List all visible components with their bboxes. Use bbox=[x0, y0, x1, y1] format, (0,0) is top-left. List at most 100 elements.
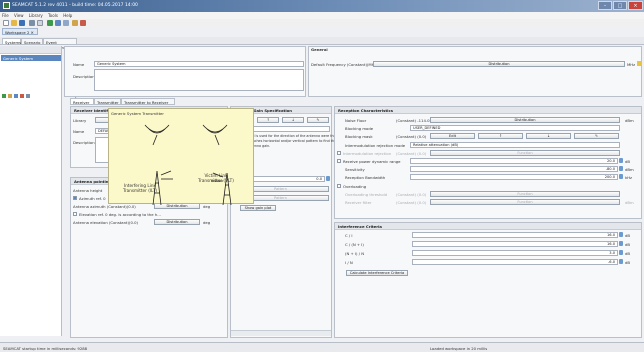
tab-scenario[interactable]: Scenario bbox=[21, 38, 43, 45]
reception-row-2-button-1[interactable]: ↑ bbox=[478, 133, 523, 140]
tab-receiver[interactable]: Receiver bbox=[70, 98, 94, 105]
menu-bar: File View Library Tools Help bbox=[0, 12, 644, 19]
tools-icon[interactable] bbox=[72, 20, 78, 26]
system-list-toolbar: System bbox=[0, 46, 88, 98]
library-icon[interactable] bbox=[55, 20, 61, 26]
window-title: SEAMCAT 5.1.2 rev 4011 - build time: 04.… bbox=[12, 3, 138, 8]
workspace-icon[interactable] bbox=[37, 20, 43, 26]
reception-row-7-spinner[interactable] bbox=[619, 174, 623, 180]
interference-row-2-spinner[interactable] bbox=[619, 250, 623, 255]
menu-view[interactable]: View bbox=[12, 12, 26, 18]
maximize-button[interactable]: □ bbox=[613, 1, 627, 10]
reception-row-4-label: Intermodulation rejection bbox=[343, 150, 392, 156]
reception-row-6-input[interactable]: -80.0 bbox=[410, 166, 618, 173]
victim-link-transmitter-label: Victim Link Transmitter (VLT) bbox=[198, 173, 234, 183]
interference-row-0-unit: dB bbox=[625, 233, 631, 238]
batch-icon[interactable] bbox=[63, 20, 69, 26]
elevation-ref-label: Elevation ref. 0 deg. is according to th… bbox=[79, 212, 161, 217]
calculate-interference-criteria-button[interactable]: Calculate Interference Criteria bbox=[346, 270, 408, 276]
save-icon[interactable] bbox=[19, 20, 25, 26]
interference-row-3-input[interactable]: -6.0 bbox=[412, 259, 618, 265]
reception-row-7-input[interactable]: 200.0 bbox=[410, 174, 618, 181]
reception-row-6-spinner[interactable] bbox=[619, 166, 623, 172]
copy-icon[interactable] bbox=[29, 20, 35, 26]
close-button[interactable]: × bbox=[628, 1, 643, 10]
reception-row-4-checkbox[interactable] bbox=[337, 150, 341, 156]
interference-row-0-label: C / I bbox=[345, 233, 353, 238]
reception-row-10-type: (Constant) (0.0) bbox=[396, 200, 427, 205]
reception-characteristics-header: Reception Characteristics bbox=[335, 107, 641, 114]
antenna-rename-button[interactable]: ✎ bbox=[307, 117, 329, 123]
reception-row-2-button-3[interactable]: ✎ bbox=[574, 133, 619, 140]
run-icon[interactable] bbox=[47, 20, 53, 26]
reception-row-8-checkbox[interactable] bbox=[337, 183, 341, 189]
reception-row-4-button[interactable]: Function bbox=[430, 149, 620, 156]
reception-row-3-select[interactable]: Relative attenuation (dB) bbox=[410, 141, 620, 148]
minimize-button[interactable]: – bbox=[598, 1, 612, 10]
interference-row-2-label: (N + I) / N bbox=[345, 251, 365, 256]
menu-tools[interactable]: Tools bbox=[46, 12, 60, 18]
reception-row-10-label: Receiver filter bbox=[345, 200, 372, 205]
interference-criteria-panel bbox=[334, 222, 642, 338]
interference-row-0-spinner[interactable] bbox=[619, 232, 623, 237]
reception-row-2-button-0[interactable]: Edit bbox=[430, 133, 475, 140]
reception-row-9-button[interactable]: Function bbox=[430, 190, 620, 197]
general-panel bbox=[308, 46, 642, 97]
info-icon bbox=[637, 61, 641, 66]
workspace-tab[interactable]: Workspace 2 ✕ bbox=[2, 28, 38, 35]
tab-event-processing[interactable]: Event Processing bbox=[43, 38, 77, 50]
interference-row-2-input[interactable]: 3.0 bbox=[412, 250, 618, 256]
reception-row-5-checkbox[interactable] bbox=[337, 159, 341, 164]
reception-row-2-button-2[interactable]: ↓ bbox=[526, 133, 571, 140]
reception-row-3-label: Intermodulation rejection mode bbox=[345, 142, 406, 148]
reception-row-0-label: Noise Floor bbox=[345, 118, 367, 123]
reception-row-5-unit: dB bbox=[625, 159, 631, 164]
toolbar bbox=[0, 19, 644, 27]
show-gain-plot-button[interactable]: Show gain plot bbox=[240, 205, 276, 211]
reception-row-5-label: Receive power dynamic range bbox=[343, 159, 401, 164]
antenna-peak-gain-spinner[interactable] bbox=[326, 176, 330, 181]
interference-row-0-input[interactable]: 16.0 bbox=[412, 232, 618, 238]
interference-row-1-spinner[interactable] bbox=[619, 241, 623, 246]
menu-help[interactable]: Help bbox=[61, 12, 74, 18]
delete-system-icon[interactable] bbox=[20, 94, 24, 98]
system-description-label: Description bbox=[73, 74, 95, 79]
menu-library[interactable]: Library bbox=[27, 12, 45, 18]
interference-row-3-label: I / N bbox=[345, 260, 353, 265]
system-name-input[interactable]: Generic System bbox=[94, 61, 304, 67]
interference-row-1-label: C / (N + I) bbox=[345, 242, 364, 247]
interference-row-3-spinner[interactable] bbox=[619, 259, 623, 264]
status-bar: SEAMCAT startup time in milliseconds: 92… bbox=[0, 342, 644, 352]
library-system-icon[interactable] bbox=[14, 94, 18, 98]
reception-row-6-label: Sensitivity bbox=[345, 167, 365, 173]
help-icon[interactable] bbox=[80, 20, 86, 26]
menu-file[interactable]: File bbox=[0, 12, 11, 18]
elevation-ref-checkbox[interactable] bbox=[73, 212, 77, 217]
open-folder-icon[interactable] bbox=[11, 20, 17, 26]
tab-systems[interactable]: Systems bbox=[2, 38, 21, 45]
tab-transmitter-to-receiver-path[interactable]: Transmitter to Receiver Path bbox=[121, 98, 175, 110]
duplicate-system-icon[interactable] bbox=[8, 94, 12, 98]
reception-row-0-button[interactable]: Distribution bbox=[430, 117, 620, 123]
azimuth-ref-checkbox[interactable] bbox=[73, 196, 77, 201]
antenna-elevation-distribution-button[interactable]: Distribution bbox=[154, 219, 200, 225]
export-system-icon[interactable] bbox=[26, 94, 30, 98]
reception-row-9-label: Overloading threshold bbox=[345, 191, 388, 197]
interference-row-1-input[interactable]: 16.0 bbox=[412, 241, 618, 247]
reception-row-1-select[interactable]: USER_DEFINED bbox=[410, 125, 620, 132]
default-frequency-distribution-button[interactable]: Distribution bbox=[373, 61, 625, 67]
new-file-icon[interactable] bbox=[3, 20, 9, 26]
antenna-import-button[interactable]: ↑ bbox=[257, 117, 279, 123]
title-bar: SEAMCAT 5.1.2 rev 4011 - build time: 04.… bbox=[0, 0, 644, 12]
reception-row-10-button[interactable]: Function bbox=[430, 199, 620, 205]
interference-row-3-unit: dB bbox=[625, 260, 631, 265]
antenna-scrollbar[interactable] bbox=[231, 330, 331, 336]
tab-transmitter[interactable]: Transmitter bbox=[94, 98, 121, 105]
add-system-icon[interactable] bbox=[2, 94, 6, 98]
antenna-export-button[interactable]: ↓ bbox=[282, 117, 304, 123]
reception-row-5-input[interactable]: 20.0 bbox=[410, 158, 618, 164]
system-description-input[interactable] bbox=[94, 69, 304, 91]
reception-row-6-unit: dBm bbox=[625, 167, 634, 173]
system-list-item[interactable]: Generic System bbox=[1, 55, 61, 61]
reception-row-5-spinner[interactable] bbox=[619, 158, 623, 163]
